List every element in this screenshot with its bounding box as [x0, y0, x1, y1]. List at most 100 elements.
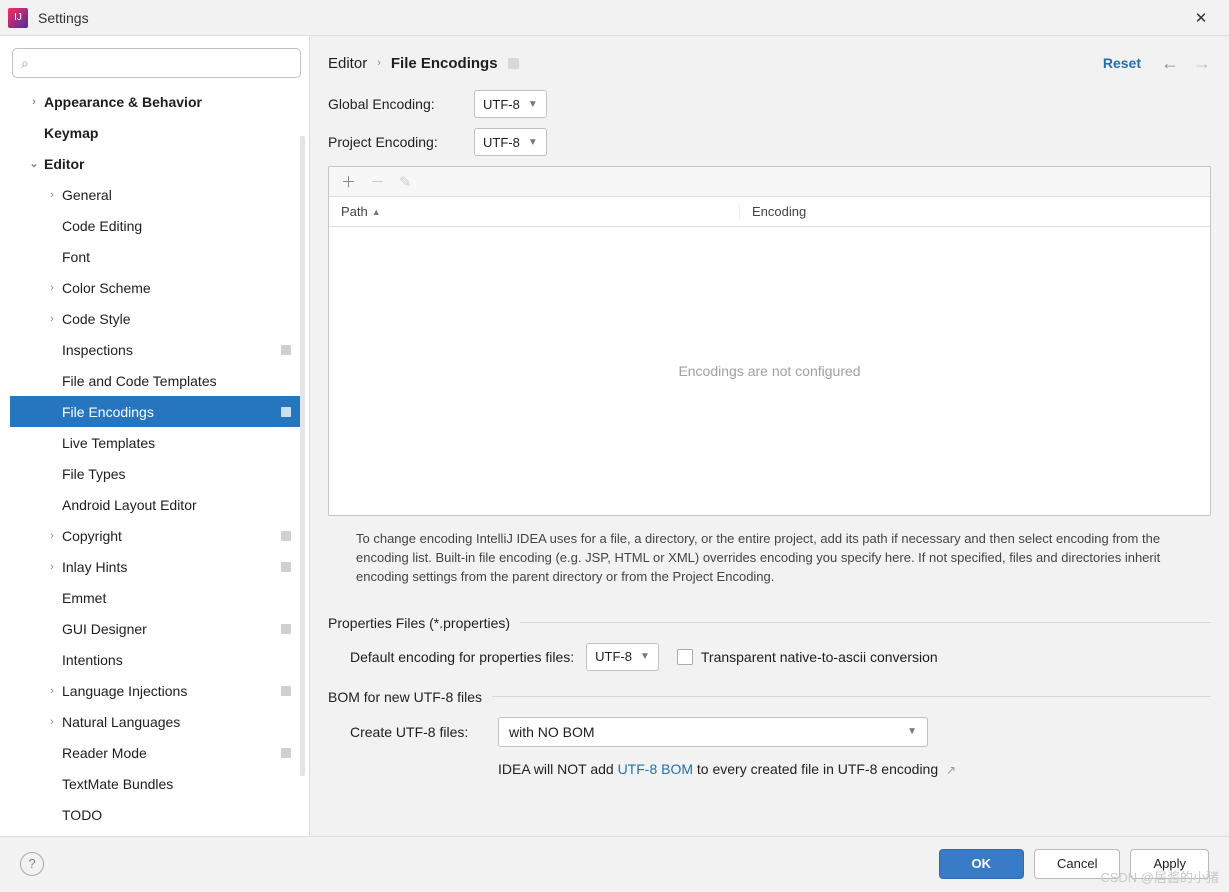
scope-badge-icon [281, 624, 291, 634]
tree-item[interactable]: ›Copyright [10, 520, 305, 551]
apply-button[interactable]: Apply [1130, 849, 1209, 879]
main-layout: ⌕ ›Appearance & BehaviorKeymap⌄Editor›Ge… [0, 36, 1229, 836]
tree-item[interactable]: GUI Designer [10, 613, 305, 644]
help-button[interactable]: ? [20, 852, 44, 876]
tree-item-label: TextMate Bundles [62, 776, 291, 792]
tree-item-label: Code Editing [62, 218, 291, 234]
scrollbar[interactable] [300, 136, 305, 776]
tree-item-label: Natural Languages [62, 714, 291, 730]
tree-item[interactable]: TODO [10, 799, 305, 826]
tree-item[interactable]: Intentions [10, 644, 305, 675]
chevron-down-icon: ⌄ [24, 157, 44, 170]
back-icon[interactable]: ← [1161, 53, 1179, 74]
tree-item-label: Code Style [62, 311, 291, 327]
col-path[interactable]: Path ▲ [329, 204, 739, 219]
tree-item-label: File Encodings [62, 404, 281, 420]
properties-encoding-combo[interactable]: UTF-8 ▼ [586, 643, 659, 671]
tree-item[interactable]: ›Inlay Hints [10, 551, 305, 582]
col-path-label: Path [341, 204, 368, 219]
tree-item[interactable]: ›Color Scheme [10, 272, 305, 303]
checkbox-icon [677, 649, 693, 665]
close-icon[interactable]: ✕ [1185, 4, 1217, 32]
breadcrumb-root[interactable]: Editor [328, 55, 367, 72]
title-bar: IJ Settings ✕ [0, 0, 1229, 36]
tree-item[interactable]: Keymap [10, 117, 305, 148]
combo-value: UTF-8 [483, 97, 520, 112]
chevron-right-icon: › [24, 96, 44, 108]
col-encoding[interactable]: Encoding [739, 204, 1210, 219]
tree-item-label: Editor [44, 156, 291, 172]
tree-item[interactable]: Inspections [10, 334, 305, 365]
tree-item[interactable]: ›Appearance & Behavior [10, 86, 305, 117]
tree-item[interactable]: Live Templates [10, 427, 305, 458]
global-encoding-label: Global Encoding: [328, 96, 474, 112]
tree-item[interactable]: TextMate Bundles [10, 768, 305, 799]
properties-encoding-row: Default encoding for properties files: U… [328, 643, 1211, 671]
combo-value: with NO BOM [509, 724, 595, 740]
tree-item-label: Intentions [62, 652, 291, 668]
tree-item[interactable]: File and Code Templates [10, 365, 305, 396]
tree-item[interactable]: File Encodings [10, 396, 305, 427]
tree-item-label: Font [62, 249, 291, 265]
transparent-ascii-checkbox[interactable]: Transparent native-to-ascii conversion [677, 649, 938, 665]
bom-combo[interactable]: with NO BOM ▼ [498, 717, 928, 747]
settings-search[interactable]: ⌕ [12, 48, 301, 78]
tree-item-label: Inspections [62, 342, 281, 358]
tree-item-label: Language Injections [62, 683, 281, 699]
tree-item-label: Emmet [62, 590, 291, 606]
breadcrumb-row: Editor › File Encodings Reset ← → [310, 36, 1229, 90]
tree-item[interactable]: ›Code Style [10, 303, 305, 334]
tree-item-label: General [62, 187, 291, 203]
properties-section-header: Properties Files (*.properties) [328, 615, 1211, 631]
scope-badge-icon [281, 407, 291, 417]
chevron-right-icon: › [42, 530, 62, 542]
tree-item-label: TODO [62, 807, 291, 823]
tree-item[interactable]: Font [10, 241, 305, 272]
scope-badge-icon [508, 58, 519, 69]
tree-item[interactable]: ›Natural Languages [10, 706, 305, 737]
divider [492, 696, 1211, 697]
global-encoding-combo[interactable]: UTF-8 ▼ [474, 90, 547, 118]
project-encoding-combo[interactable]: UTF-8 ▼ [474, 128, 547, 156]
cancel-button[interactable]: Cancel [1034, 849, 1120, 879]
tree-item[interactable]: Code Editing [10, 210, 305, 241]
tree-item[interactable]: ⌄Editor [10, 148, 305, 179]
search-input[interactable] [33, 56, 292, 71]
caret-down-icon: ▼ [640, 651, 650, 662]
caret-down-icon: ▼ [528, 99, 538, 110]
utf8-bom-link[interactable]: UTF-8 BOM [618, 761, 693, 777]
project-encoding-label: Project Encoding: [328, 134, 474, 150]
tree-item[interactable]: Emmet [10, 582, 305, 613]
ok-button[interactable]: OK [939, 849, 1025, 879]
tree-item[interactable]: File Types [10, 458, 305, 489]
scope-badge-icon [281, 531, 291, 541]
checkbox-label: Transparent native-to-ascii conversion [701, 649, 938, 665]
dialog-button-bar: ? OK Cancel Apply [0, 836, 1229, 890]
nav-arrows: ← → [1161, 53, 1211, 74]
reset-link[interactable]: Reset [1103, 55, 1141, 71]
tree-item-label: Keymap [44, 125, 291, 141]
chevron-right-icon: › [377, 57, 381, 69]
section-title: Properties Files (*.properties) [328, 615, 510, 631]
remove-icon: － [370, 171, 385, 192]
tree-item[interactable]: Android Layout Editor [10, 489, 305, 520]
bom-note: IDEA will NOT add UTF-8 BOM to every cre… [498, 761, 1211, 777]
combo-value: UTF-8 [483, 135, 520, 150]
table-toolbar: ＋ － ✎ [329, 167, 1210, 197]
tree-item[interactable]: Reader Mode [10, 737, 305, 768]
bom-row: Create UTF-8 files: with NO BOM ▼ [328, 717, 1211, 747]
tree-item-label: Reader Mode [62, 745, 281, 761]
tree-item-label: GUI Designer [62, 621, 281, 637]
chevron-right-icon: › [42, 313, 62, 325]
table-empty-text: Encodings are not configured [329, 227, 1210, 515]
add-icon[interactable]: ＋ [341, 171, 356, 192]
breadcrumb-leaf: File Encodings [391, 55, 498, 72]
settings-tree[interactable]: ›Appearance & BehaviorKeymap⌄Editor›Gene… [10, 86, 305, 826]
tree-item-label: Appearance & Behavior [44, 94, 291, 110]
content-area: Global Encoding: UTF-8 ▼ Project Encodin… [310, 90, 1229, 836]
sort-asc-icon: ▲ [372, 207, 381, 217]
tree-item[interactable]: ›Language Injections [10, 675, 305, 706]
scope-badge-icon [281, 345, 291, 355]
tree-item[interactable]: ›General [10, 179, 305, 210]
project-encoding-row: Project Encoding: UTF-8 ▼ [328, 128, 1211, 156]
